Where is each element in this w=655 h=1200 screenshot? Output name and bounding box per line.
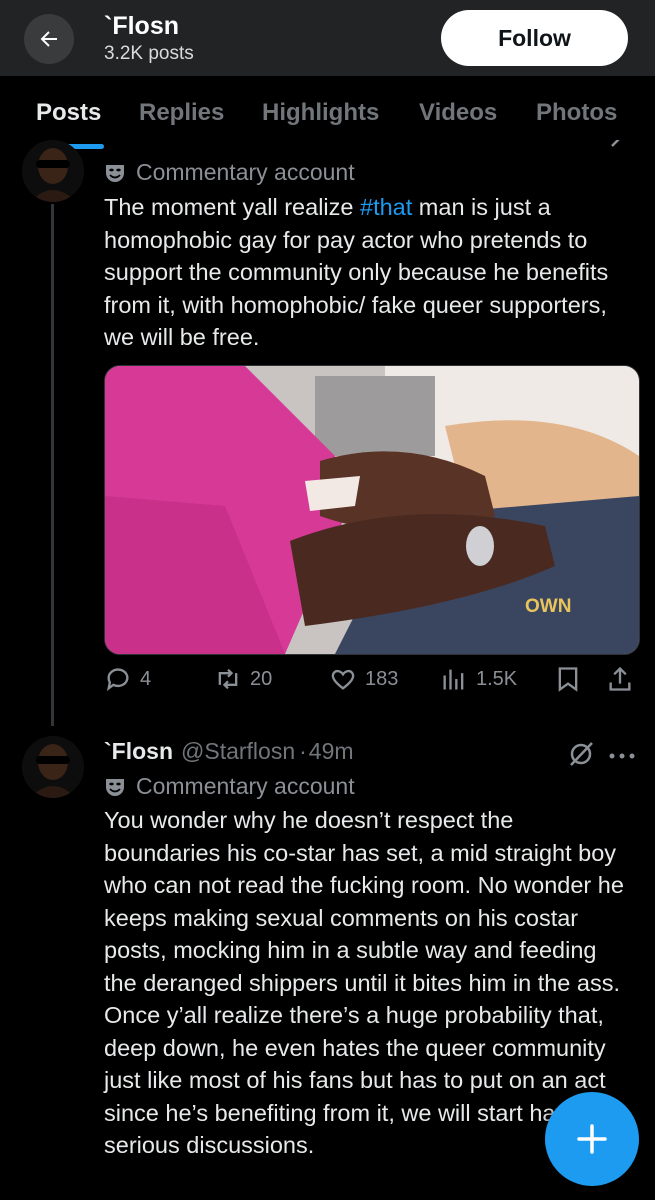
- hashtag-link[interactable]: #that: [360, 194, 412, 220]
- tab-photos[interactable]: Photos: [536, 99, 617, 127]
- commentary-label: Commentary account: [104, 159, 355, 186]
- post-media[interactable]: OWN: [104, 365, 640, 655]
- tab-videos[interactable]: Videos: [419, 99, 497, 127]
- avatar[interactable]: [22, 736, 84, 798]
- reply-icon: [106, 668, 129, 692]
- back-arrow-icon: [40, 31, 57, 47]
- like-count: 183: [365, 667, 399, 690]
- media-watermark: OWN: [525, 596, 572, 617]
- like-button[interactable]: 183: [329, 665, 398, 693]
- commentary-text: Commentary account: [136, 159, 355, 185]
- profile-tabs: Posts Replies Highlights Videos Photos: [0, 76, 655, 150]
- compose-plus-icon: [577, 1124, 607, 1154]
- comedy-mask-icon: [106, 164, 124, 182]
- views-button[interactable]: 1.5K: [440, 665, 517, 693]
- repost-button[interactable]: 20: [214, 665, 272, 693]
- post-text: The moment yall realize #that man is jus…: [104, 191, 634, 354]
- post-count: 3.2K posts: [104, 43, 194, 64]
- more-icon[interactable]: [608, 748, 636, 766]
- back-button[interactable]: [24, 14, 74, 64]
- profile-header: `Flosn 3.2K posts Follow: [0, 0, 655, 76]
- thread-line: [51, 204, 54, 726]
- like-icon: [331, 669, 355, 690]
- avatar-image: [22, 140, 84, 202]
- share-icon: [609, 666, 631, 691]
- follow-button[interactable]: Follow: [441, 10, 628, 66]
- user-handle[interactable]: @Starflosn: [181, 738, 295, 765]
- post-actions: 4 20 183 1.5K: [104, 665, 638, 701]
- post-text: You wonder why he doesn’t respect the bo…: [104, 807, 624, 1158]
- grok-icon[interactable]: [606, 140, 634, 154]
- avatar-image: [22, 736, 84, 798]
- comedy-mask-icon: [106, 778, 124, 796]
- bookmark-icon: [558, 667, 578, 692]
- tab-replies[interactable]: Replies: [139, 99, 224, 127]
- reply-count: 4: [140, 667, 152, 690]
- bookmark-button[interactable]: [554, 665, 590, 693]
- compose-button[interactable]: [545, 1092, 639, 1186]
- post-time[interactable]: 49m: [309, 738, 354, 765]
- commentary-text: Commentary account: [136, 773, 355, 799]
- display-name[interactable]: `Flosn: [104, 738, 173, 765]
- avatar[interactable]: [22, 140, 84, 202]
- repost-icon: [218, 668, 238, 690]
- tab-highlights[interactable]: Highlights: [262, 99, 379, 127]
- grok-icon[interactable]: [565, 738, 597, 775]
- post-text-start: The moment yall realize: [104, 194, 360, 220]
- view-count: 1.5K: [476, 667, 518, 690]
- profile-name: `Flosn: [104, 12, 179, 40]
- repost-count: 20: [250, 667, 273, 690]
- reply-button[interactable]: 4: [104, 665, 151, 693]
- commentary-label: Commentary account: [104, 773, 355, 800]
- separator: ·: [299, 738, 307, 764]
- post-header: `Flosn @Starflosn · 49m: [104, 738, 354, 765]
- share-button[interactable]: [606, 665, 642, 693]
- views-icon: [443, 669, 464, 690]
- tab-posts[interactable]: Posts: [36, 99, 101, 127]
